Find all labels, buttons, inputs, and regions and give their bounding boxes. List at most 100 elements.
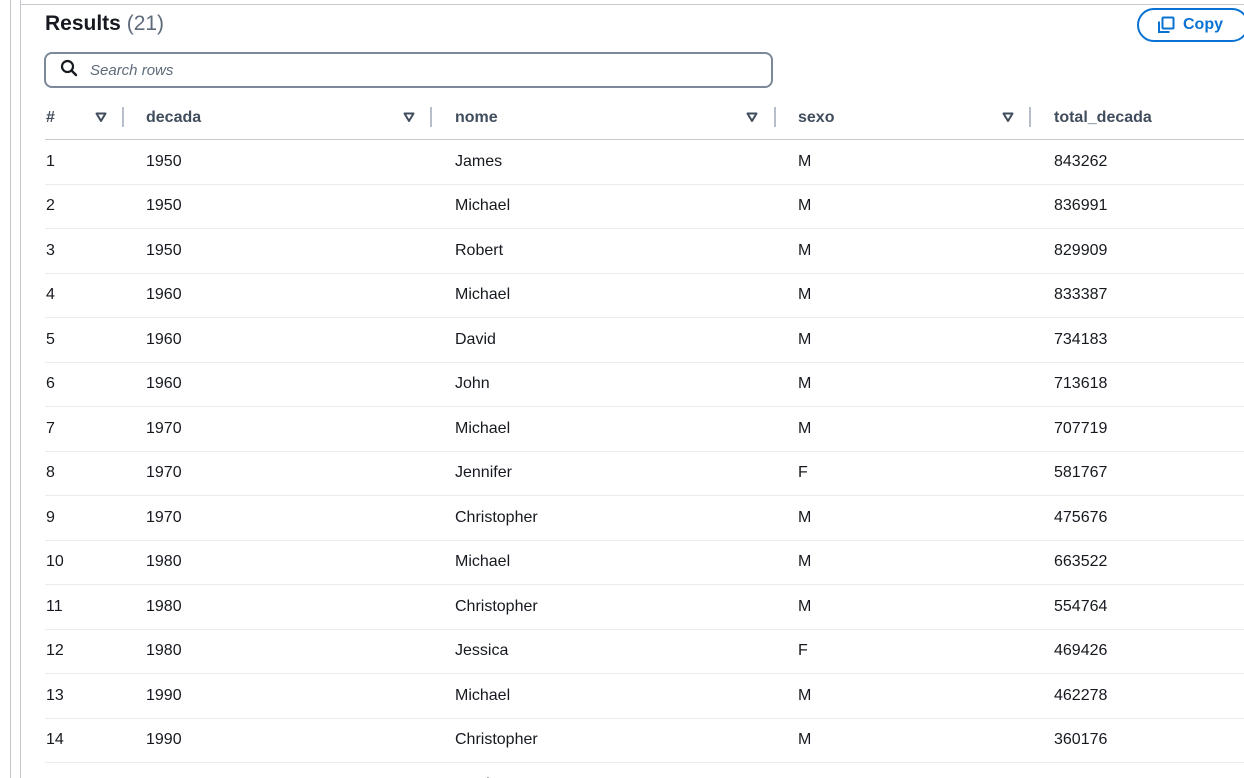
sort-caret-icon[interactable] xyxy=(1002,111,1014,123)
cell-total-decada: 581767 xyxy=(1053,451,1244,496)
cell-decada: 1960 xyxy=(145,317,454,363)
cell-total-decada: 462278 xyxy=(1053,673,1244,719)
cell-sexo: M xyxy=(797,762,1053,778)
cell-sexo: M xyxy=(797,273,1053,318)
cell-nome: David xyxy=(454,317,797,363)
cell-nome: Jennifer xyxy=(454,451,797,496)
results-count: (21) xyxy=(126,12,165,35)
table-body: 1 1950 James M 843262 2 1950 Michael M 836991 3 195… xyxy=(45,139,1244,778)
cell-nome: Christopher xyxy=(454,584,797,630)
results-table-wrapper: # decada nome sexo total_decada 1 1950 J… xyxy=(45,96,1244,778)
cell-decada: 1960 xyxy=(145,362,454,407)
table-row[interactable]: 5 1960 David M 734183 xyxy=(45,317,1244,363)
cell-total-decada: 707719 xyxy=(1053,406,1244,452)
panel-edge-line xyxy=(20,0,21,778)
cell-sexo: F xyxy=(797,451,1053,496)
cell-nome: Michael xyxy=(454,184,797,229)
cell-nome: Michael xyxy=(454,540,797,585)
cell-sexo: M xyxy=(797,406,1053,452)
cell-nome: James xyxy=(454,139,797,185)
table-row[interactable]: 7 1970 Michael M 707719 xyxy=(45,406,1244,452)
column-resizer[interactable] xyxy=(1029,107,1031,127)
cell-index: 10 xyxy=(45,540,145,585)
table-row[interactable]: 11 1980 Christopher M 554764 xyxy=(45,584,1244,630)
column-header-label: decada xyxy=(146,108,202,126)
table-row[interactable]: 14 1990 Christopher M 360176 xyxy=(45,718,1244,763)
column-header-nome[interactable]: nome xyxy=(454,96,797,140)
panel-top-border xyxy=(20,4,1244,5)
column-header-decada[interactable]: decada xyxy=(145,96,454,140)
table-row[interactable]: 1 1950 James M 843262 xyxy=(45,139,1244,185)
cell-sexo: M xyxy=(797,228,1053,274)
cell-decada: 1990 xyxy=(145,762,454,778)
cell-index: 13 xyxy=(45,673,145,719)
table-row[interactable]: 3 1950 Robert M 829909 xyxy=(45,228,1244,274)
cell-decada: 1950 xyxy=(145,184,454,229)
sort-caret-icon[interactable] xyxy=(403,111,415,123)
column-header-index[interactable]: # xyxy=(45,96,145,140)
cell-decada: 1980 xyxy=(145,584,454,630)
cell-total-decada: 734183 xyxy=(1053,317,1244,363)
column-resizer[interactable] xyxy=(122,107,124,127)
cell-total-decada: 360176 xyxy=(1053,718,1244,763)
cell-index: 9 xyxy=(45,495,145,541)
cell-index: 2 xyxy=(45,184,145,229)
search-input[interactable] xyxy=(88,60,732,80)
cell-total-decada: 554764 xyxy=(1053,584,1244,630)
cell-index: 3 xyxy=(45,228,145,274)
cell-total-decada: 351580 xyxy=(1053,762,1244,778)
column-header-sexo[interactable]: sexo xyxy=(797,96,1053,140)
cell-total-decada: 836991 xyxy=(1053,184,1244,229)
cell-nome: Robert xyxy=(454,228,797,274)
cell-index: 1 xyxy=(45,139,145,185)
table-row[interactable]: 12 1980 Jessica F 469426 xyxy=(45,629,1244,674)
cell-sexo: M xyxy=(797,718,1053,763)
cell-nome: John xyxy=(454,362,797,407)
cell-index: 15 xyxy=(45,762,145,778)
table-row[interactable]: 4 1960 Michael M 833387 xyxy=(45,273,1244,318)
table-row[interactable]: 151990MatthewM351580 xyxy=(45,762,1244,778)
cell-sexo: M xyxy=(797,139,1053,185)
table-row[interactable]: 2 1950 Michael M 836991 xyxy=(45,184,1244,229)
cell-total-decada: 833387 xyxy=(1053,273,1244,318)
cell-index: 5 xyxy=(45,317,145,363)
cell-sexo: M xyxy=(797,362,1053,407)
sort-caret-icon[interactable] xyxy=(95,111,107,123)
search-box[interactable] xyxy=(44,52,773,88)
table-row[interactable]: 8 1970 Jennifer F 581767 xyxy=(45,451,1244,496)
copy-button-label: Copy xyxy=(1183,16,1223,33)
results-page: Results (21) Copy Search rows # decada n… xyxy=(0,0,1244,778)
cell-sexo: M xyxy=(797,317,1053,363)
cell-decada: 1990 xyxy=(145,673,454,719)
cell-total-decada: 469426 xyxy=(1053,629,1244,674)
cell-nome: Jessica xyxy=(454,629,797,674)
cell-total-decada: 829909 xyxy=(1053,228,1244,274)
search-icon xyxy=(60,59,78,82)
table-row[interactable]: 9 1970 Christopher M 475676 xyxy=(45,495,1244,541)
cell-decada: 1970 xyxy=(145,451,454,496)
cell-sexo: M xyxy=(797,540,1053,585)
cell-sexo: M xyxy=(797,584,1053,630)
cell-nome: Matthew xyxy=(454,762,797,778)
cell-total-decada: 713618 xyxy=(1053,362,1244,407)
column-header-total-decada[interactable]: total_decada xyxy=(1053,96,1244,140)
column-header-label: sexo xyxy=(798,108,835,126)
cell-decada: 1960 xyxy=(145,273,454,318)
sort-caret-icon[interactable] xyxy=(746,111,758,123)
column-resizer[interactable] xyxy=(430,107,432,127)
results-header: Results (21) xyxy=(45,12,164,36)
cell-index: 12 xyxy=(45,629,145,674)
cell-index: 11 xyxy=(45,584,145,630)
column-resizer[interactable] xyxy=(774,107,776,127)
cell-decada: 1950 xyxy=(145,228,454,274)
cell-nome: Michael xyxy=(454,406,797,452)
cell-index: 14 xyxy=(45,718,145,763)
results-title: Results xyxy=(45,12,121,35)
table-row[interactable]: 6 1960 John M 713618 xyxy=(45,362,1244,407)
copy-button[interactable]: Copy xyxy=(1137,8,1244,42)
cell-nome: Michael xyxy=(454,273,797,318)
cell-total-decada: 663522 xyxy=(1053,540,1244,585)
table-row[interactable]: 13 1990 Michael M 462278 xyxy=(45,673,1244,719)
cell-total-decada: 475676 xyxy=(1053,495,1244,541)
table-row[interactable]: 10 1980 Michael M 663522 xyxy=(45,540,1244,585)
